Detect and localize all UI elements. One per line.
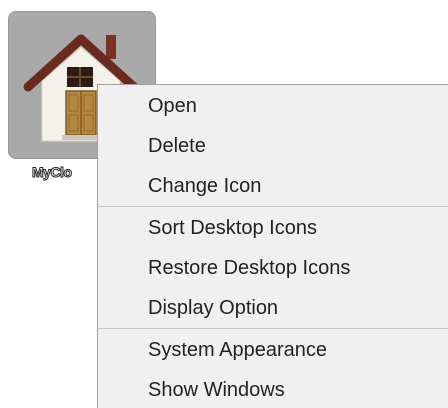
menu-item-sort-desktop-icons[interactable]: Sort Desktop Icons (98, 208, 448, 248)
desktop-icon-label[interactable]: MyClo (32, 163, 73, 181)
menu-group-file: Open Delete Change Icon (98, 85, 448, 206)
menu-item-show-windows[interactable]: Show Windows (98, 370, 448, 408)
desktop: MyClo Open Delete Change Icon Sort Deskt… (0, 0, 448, 408)
menu-item-system-appearance[interactable]: System Appearance (98, 330, 448, 370)
menu-item-restore-desktop-icons[interactable]: Restore Desktop Icons (98, 248, 448, 288)
menu-item-change-icon[interactable]: Change Icon (98, 166, 448, 206)
menu-item-open[interactable]: Open (98, 86, 448, 126)
menu-item-delete[interactable]: Delete (98, 126, 448, 166)
menu-item-display-option[interactable]: Display Option (98, 288, 448, 328)
menu-group-desktop: Sort Desktop Icons Restore Desktop Icons… (98, 207, 448, 328)
menu-group-system: System Appearance Show Windows (98, 329, 448, 408)
context-menu: Open Delete Change Icon Sort Desktop Ico… (97, 84, 448, 408)
